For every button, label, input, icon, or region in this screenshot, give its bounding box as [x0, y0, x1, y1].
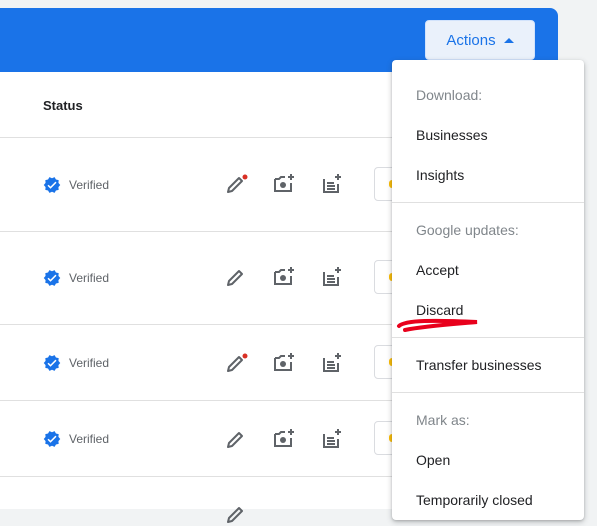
- menu-item-insights[interactable]: Insights: [416, 167, 464, 183]
- menu-item-temporarily-closed[interactable]: Temporarily closed: [416, 492, 533, 508]
- menu-item-businesses[interactable]: Businesses: [416, 127, 488, 143]
- actions-button[interactable]: Actions: [425, 20, 535, 60]
- google-updates-section-label: Google updates:: [416, 222, 519, 238]
- add-post-button[interactable]: [320, 427, 344, 451]
- menu-item-open[interactable]: Open: [416, 452, 450, 468]
- status-text: Verified: [69, 356, 110, 370]
- edit-button[interactable]: [224, 265, 248, 289]
- add-photo-button[interactable]: [272, 351, 296, 375]
- status-cell: Verified: [43, 430, 109, 448]
- pencil-icon: [227, 507, 243, 523]
- add-post-icon: [323, 174, 341, 193]
- verified-check-icon: [43, 355, 61, 371]
- add-post-button[interactable]: [320, 172, 344, 196]
- edit-button[interactable]: [224, 502, 248, 526]
- pencil-icon: [227, 174, 248, 193]
- mark-as-section-label: Mark as:: [416, 412, 470, 428]
- status-cell: Verified: [43, 354, 109, 372]
- menu-divider: [392, 337, 584, 338]
- menu-item-accept[interactable]: Accept: [416, 262, 459, 278]
- status-cell: Verified: [43, 176, 109, 194]
- add-photo-icon: [274, 267, 294, 285]
- add-post-button[interactable]: [320, 351, 344, 375]
- download-section-label: Download:: [416, 87, 483, 103]
- pencil-icon: [227, 353, 248, 372]
- status-column-header: Status: [43, 98, 83, 113]
- add-photo-icon: [274, 429, 294, 447]
- verified-check-icon: [43, 177, 61, 193]
- status-text: Verified: [69, 432, 110, 446]
- add-photo-button[interactable]: [272, 265, 296, 289]
- menu-item-transfer-businesses[interactable]: Transfer businesses: [416, 357, 542, 373]
- verified-check-icon: [43, 431, 61, 447]
- actions-button-label: Actions: [446, 31, 496, 49]
- menu-divider: [392, 392, 584, 393]
- add-photo-icon: [274, 174, 294, 192]
- notification-dot: [242, 353, 248, 359]
- red-underline-annotation: [397, 318, 478, 332]
- add-post-button[interactable]: [320, 265, 344, 289]
- status-cell: Verified: [43, 269, 109, 287]
- add-post-icon: [323, 429, 341, 448]
- actions-menu: Download: Businesses Insights Google upd…: [392, 60, 584, 520]
- menu-divider: [392, 202, 584, 203]
- caret-up-icon: [503, 37, 514, 43]
- verified-check-icon: [43, 270, 61, 286]
- add-photo-button[interactable]: [272, 172, 296, 196]
- status-text: Verified: [69, 178, 110, 192]
- add-photo-icon: [274, 353, 294, 371]
- edit-button[interactable]: [224, 427, 248, 451]
- edit-button[interactable]: [224, 351, 248, 375]
- add-photo-button[interactable]: [272, 427, 296, 451]
- notification-dot: [242, 174, 248, 180]
- add-post-icon: [323, 353, 341, 372]
- add-post-icon: [323, 267, 341, 286]
- status-text: Verified: [69, 271, 110, 285]
- pencil-icon: [227, 432, 243, 448]
- edit-button[interactable]: [224, 172, 248, 196]
- pencil-icon: [227, 270, 243, 286]
